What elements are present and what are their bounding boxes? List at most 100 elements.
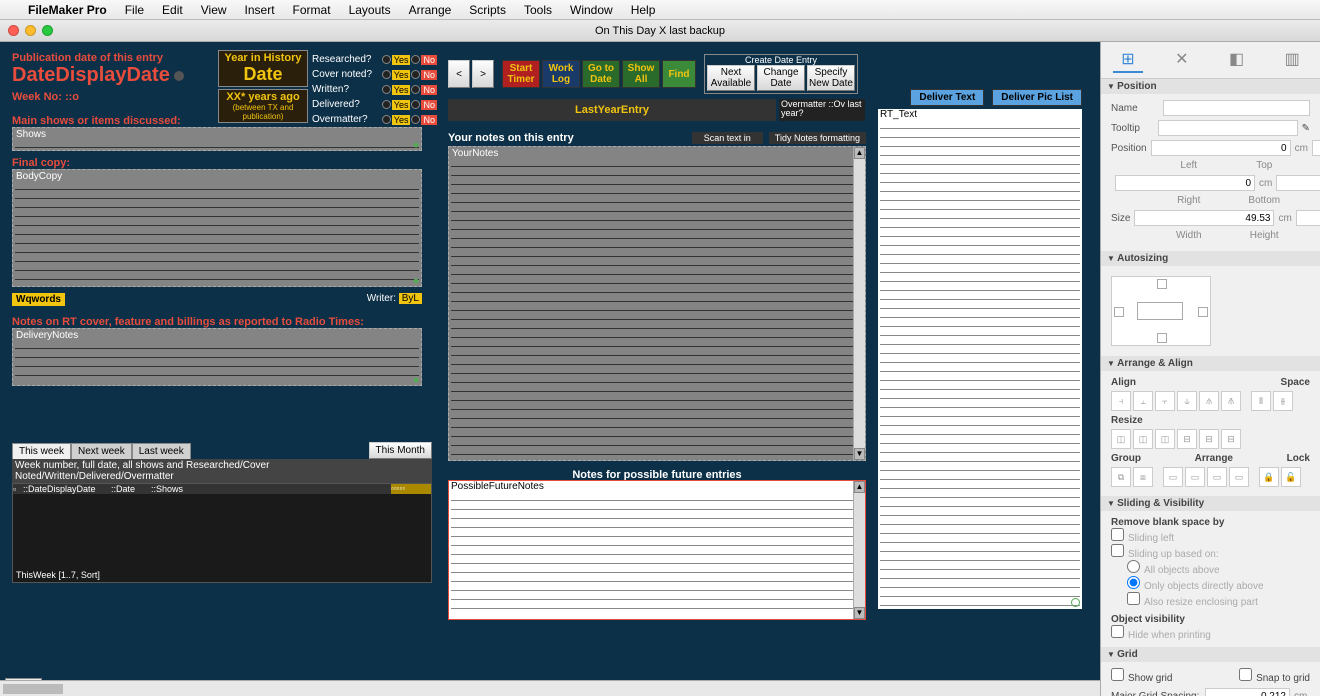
only-above-radio[interactable] [1127, 576, 1140, 589]
menu-insert[interactable]: Insert [245, 3, 275, 17]
sliding-up-check[interactable] [1111, 544, 1124, 557]
tab-last-week[interactable]: Last week [132, 443, 191, 459]
pos-top-input[interactable] [1312, 140, 1320, 156]
menu-window[interactable]: Window [570, 3, 613, 17]
scrollbar[interactable]: ▲▼ [853, 147, 865, 460]
menu-format[interactable]: Format [293, 3, 331, 17]
window-titlebar: On This Day X last backup [0, 20, 1320, 42]
rt-text-field[interactable]: RT_Text [878, 109, 1082, 609]
deliverynotes-field[interactable]: DeliveryNotes [12, 328, 422, 386]
pencil-icon[interactable]: ✎ [1302, 123, 1310, 134]
scan-text-button[interactable]: Scan text in [692, 132, 763, 144]
next-button[interactable]: > [472, 60, 494, 88]
radio-icon[interactable] [411, 55, 420, 64]
years-ago-box: XX* years ago (between TX and publicatio… [218, 89, 308, 123]
resize-buttons[interactable]: ◫◫◫⊟⊟⊟ [1111, 429, 1310, 449]
status-delivered: Delivered?YesNo [312, 97, 437, 112]
menu-arrange[interactable]: Arrange [409, 3, 452, 17]
scrollbar[interactable]: ▲▼ [853, 481, 865, 619]
inspector-panel[interactable]: ⊞ ✕ ◧ ▥ Position Name Tooltip✎ Positionc… [1100, 42, 1320, 696]
menu-edit[interactable]: Edit [162, 3, 183, 17]
section-arrange[interactable]: Arrange & Align [1101, 356, 1320, 371]
status-cover: Cover noted?YesNo [312, 67, 437, 82]
align-buttons[interactable]: ⫞⫠⫟⫝⫛⫚⫴⫵ [1111, 391, 1310, 411]
minimize-icon[interactable] [25, 25, 36, 36]
date-field[interactable]: Date [243, 64, 282, 85]
tab-this-week[interactable]: This week [12, 443, 71, 459]
menu-tools[interactable]: Tools [524, 3, 552, 17]
tooltip-input[interactable] [1158, 120, 1298, 136]
size-h-input[interactable] [1296, 210, 1320, 226]
finalcopy-label: Final copy: [12, 157, 432, 169]
yournotes-field[interactable]: YourNotes ▲▼ [448, 146, 866, 461]
section-grid[interactable]: Grid [1101, 647, 1320, 662]
year-in-history-box: Year in History Date [218, 50, 308, 87]
appearance-tab-icon[interactable]: ✕ [1167, 47, 1196, 73]
size-w-input[interactable] [1134, 210, 1274, 226]
menu-help[interactable]: Help [631, 3, 656, 17]
snap-grid-check[interactable] [1239, 668, 1252, 681]
start-timer-button[interactable]: Start Timer [502, 60, 540, 88]
writer-label: Writer: [367, 293, 396, 304]
deliver-pic-button[interactable]: Deliver Pic List [992, 89, 1082, 106]
work-log-button[interactable]: Work Log [542, 60, 580, 88]
grid-spacing-input[interactable] [1205, 688, 1290, 696]
writer-field[interactable]: ByL [399, 293, 422, 304]
change-date-button[interactable]: Change Date [757, 65, 805, 91]
specify-new-button[interactable]: Specify New Date [807, 65, 855, 91]
pos-right-input[interactable] [1115, 175, 1255, 191]
sliding-left-check[interactable] [1111, 528, 1124, 541]
group-arrange-buttons[interactable]: ⧉⧈▭▭▭▭🔒🔓 [1111, 467, 1310, 487]
all-above-radio[interactable] [1127, 560, 1140, 573]
pos-left-input[interactable] [1151, 140, 1291, 156]
window-title: On This Day X last backup [595, 25, 725, 37]
tidy-notes-button[interactable]: Tidy Notes formatting [769, 132, 866, 144]
search-icon[interactable] [174, 71, 184, 81]
styles-tab-icon[interactable]: ◧ [1221, 47, 1252, 73]
search-icon[interactable] [1071, 598, 1080, 607]
this-month-button[interactable]: This Month [369, 442, 432, 459]
yournotes-label: Your notes on this entry [448, 132, 574, 144]
bodycopy-field[interactable]: BodyCopy [12, 169, 422, 287]
menu-view[interactable]: View [201, 3, 227, 17]
hide-print-check[interactable] [1111, 625, 1124, 638]
overmatter-field[interactable]: Overmatter ::Ov last year? [779, 99, 865, 121]
app-name[interactable]: FileMaker Pro [28, 3, 107, 17]
menu-layouts[interactable]: Layouts [349, 3, 391, 17]
position-tab-icon[interactable]: ⊞ [1113, 47, 1142, 73]
datedisplay-field[interactable]: DateDisplayDate [12, 64, 170, 87]
week-tabs[interactable]: This week Next week Last week [12, 443, 191, 459]
menu-file[interactable]: File [125, 3, 144, 17]
rtnotes-label: Notes on RT cover, feature and billings … [12, 316, 432, 328]
menubar[interactable]: FileMaker Pro File Edit View Insert Form… [0, 0, 1320, 20]
data-tab-icon[interactable]: ▥ [1277, 47, 1308, 73]
section-sliding[interactable]: Sliding & Visibility [1101, 496, 1320, 511]
also-resize-check[interactable] [1127, 592, 1140, 605]
future-notes-field[interactable]: PossibleFutureNotes ▲▼ [448, 480, 866, 620]
show-grid-check[interactable] [1111, 668, 1124, 681]
horizontal-scrollbar[interactable] [0, 680, 1100, 696]
radio-icon[interactable] [382, 55, 391, 64]
zoom-icon[interactable] [42, 25, 53, 36]
autosizing-control[interactable] [1111, 276, 1211, 346]
name-input[interactable] [1163, 100, 1310, 116]
lastyear-field[interactable]: LastYearEntry [575, 104, 649, 116]
create-entry-label: Create Date Entry [707, 55, 855, 65]
shows-field[interactable]: Shows [12, 127, 422, 151]
goto-date-button[interactable]: Go to Date [582, 60, 620, 88]
section-position[interactable]: Position [1101, 79, 1320, 94]
pos-bottom-input[interactable] [1276, 175, 1320, 191]
layout-canvas[interactable]: Publication date of this entry DateDispl… [0, 42, 1100, 696]
close-icon[interactable] [8, 25, 19, 36]
section-autosizing[interactable]: Autosizing [1101, 251, 1320, 266]
next-available-button[interactable]: Next Available [707, 65, 755, 91]
show-all-button[interactable]: Show All [622, 60, 660, 88]
prev-button[interactable]: < [448, 60, 470, 88]
deliver-text-button[interactable]: Deliver Text [910, 89, 984, 106]
menu-scripts[interactable]: Scripts [469, 3, 506, 17]
wqwords-label: Wqwords [12, 293, 65, 306]
find-button[interactable]: Find [662, 60, 696, 88]
portal[interactable]: ▫ ::DateDisplayDate ::Date ::Shows ▫▫▫▫▫… [12, 483, 432, 583]
tab-next-week[interactable]: Next week [71, 443, 132, 459]
portal-footer: ThisWeek [1..7, Sort] [16, 570, 100, 580]
